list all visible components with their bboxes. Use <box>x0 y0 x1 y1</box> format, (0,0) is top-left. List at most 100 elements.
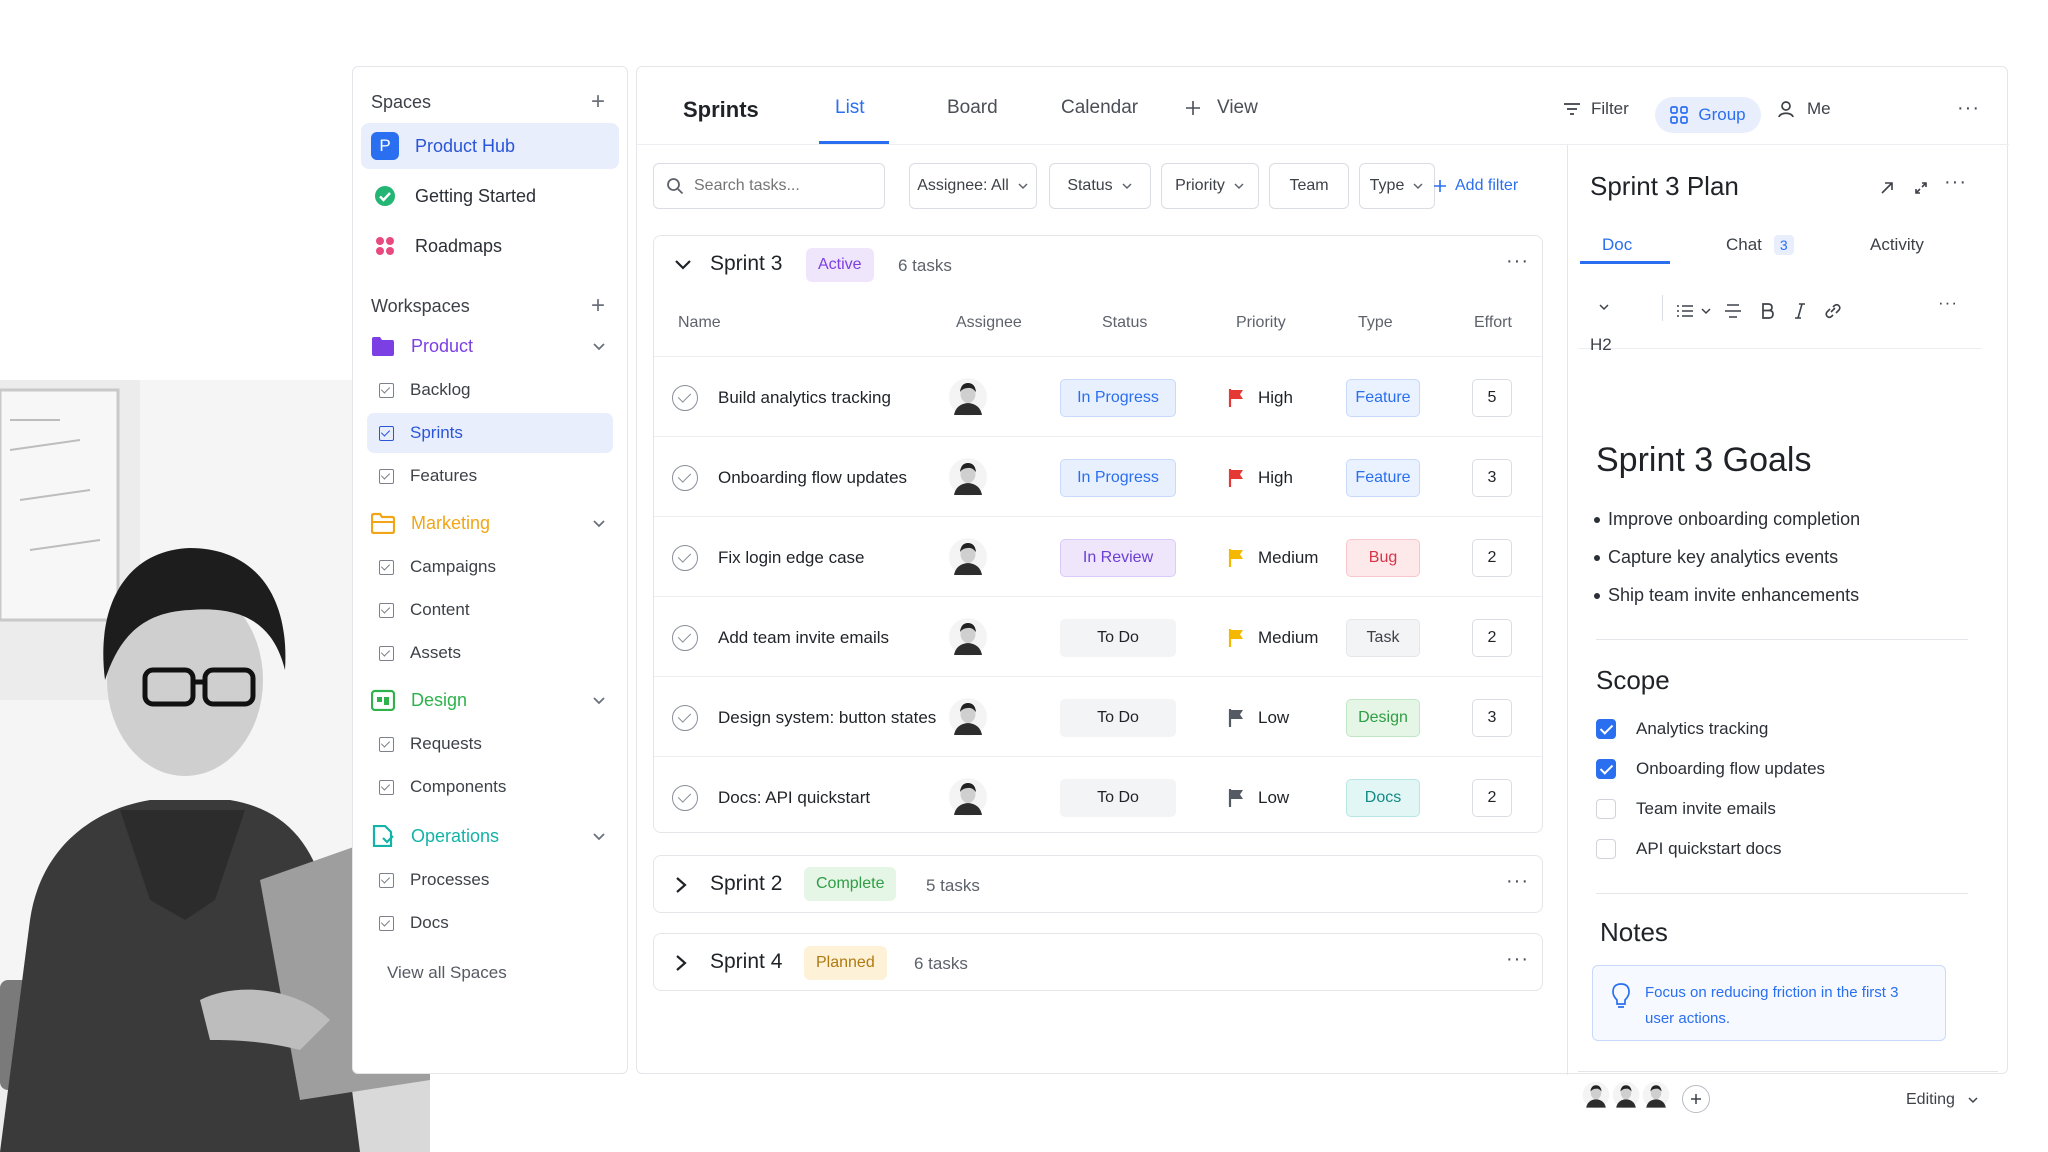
checkbox[interactable] <box>1596 839 1616 859</box>
open-external-icon[interactable] <box>1880 181 1894 195</box>
status-badge[interactable]: To Do <box>1060 619 1176 657</box>
avatar[interactable] <box>1640 1079 1672 1111</box>
chevron-down-icon[interactable] <box>591 338 607 354</box>
status-badge[interactable]: In Progress <box>1060 459 1176 497</box>
table-row[interactable]: Fix login edge case In Review Medium Bug 2 <box>654 516 1542 596</box>
type-badge[interactable]: Design <box>1346 699 1420 737</box>
sidebar-item-assets[interactable]: Assets <box>367 633 613 673</box>
chevron-down-icon[interactable] <box>591 515 607 531</box>
search-input[interactable] <box>694 177 874 195</box>
avatar[interactable] <box>948 457 988 497</box>
effort-field[interactable]: 2 <box>1472 539 1512 577</box>
add-view-button[interactable]: View <box>1185 97 1258 119</box>
scope-item[interactable]: Team invite emails <box>1596 799 1776 819</box>
avatar[interactable] <box>948 537 988 577</box>
more-options-icon[interactable]: ··· <box>1506 948 1529 971</box>
status-badge[interactable]: To Do <box>1060 699 1176 737</box>
priority-cell[interactable]: High <box>1228 388 1293 408</box>
sidebar-item-requests[interactable]: Requests <box>367 724 613 764</box>
task-name[interactable]: Add team invite emails <box>718 628 889 648</box>
tab-calendar[interactable]: Calendar <box>1061 97 1138 119</box>
search-box[interactable] <box>653 163 885 209</box>
scope-item[interactable]: Onboarding flow updates <box>1596 759 1825 779</box>
complete-check-icon[interactable] <box>672 465 698 491</box>
link-icon[interactable] <box>1824 303 1842 319</box>
effort-field[interactable]: 2 <box>1472 779 1512 817</box>
table-row[interactable]: Build analytics tracking In Progress High F… <box>654 356 1542 436</box>
assignee-filter[interactable]: Assignee: All <box>909 163 1037 209</box>
complete-check-icon[interactable] <box>672 545 698 571</box>
sidebar-item-campaigns[interactable]: Campaigns <box>367 547 613 587</box>
sidebar-item-content[interactable]: Content <box>367 590 613 630</box>
complete-check-icon[interactable] <box>672 705 698 731</box>
sprint-4-group[interactable]: Sprint 4 Planned 6 tasks ··· <box>653 933 1543 991</box>
avatar[interactable] <box>948 697 988 737</box>
table-row[interactable]: Design system: button states To Do Low Desi… <box>654 676 1542 756</box>
sidebar-item-components[interactable]: Components <box>367 767 613 807</box>
sprint-3-header[interactable]: Sprint 3 Active 6 tasks ··· <box>654 236 1542 294</box>
checkbox[interactable] <box>1596 719 1616 739</box>
priority-cell[interactable]: Low <box>1228 788 1289 808</box>
list-icon[interactable] <box>1676 303 1694 319</box>
add-filter-button[interactable]: Add filter <box>1433 177 1518 195</box>
editing-mode-dropdown[interactable]: Editing <box>1906 1091 1979 1109</box>
scope-item[interactable]: API quickstart docs <box>1596 839 1782 859</box>
more-options-icon[interactable]: ··· <box>1938 293 1958 313</box>
me-button[interactable]: Me <box>1777 99 1831 119</box>
more-options-icon[interactable]: ··· <box>1957 97 1980 120</box>
note-callout[interactable]: Focus on reducing friction in the first … <box>1592 965 1946 1041</box>
tab-list[interactable]: List <box>835 97 865 119</box>
tab-activity[interactable]: Activity <box>1870 235 1924 255</box>
strikethrough-icon[interactable] <box>1724 303 1742 319</box>
checkbox[interactable] <box>1596 759 1616 779</box>
priority-cell[interactable]: Low <box>1228 708 1289 728</box>
workspace-design[interactable]: Design <box>361 679 619 721</box>
heading-dropdown[interactable]: H2 <box>1590 301 1612 354</box>
more-options-icon[interactable]: ··· <box>1506 250 1529 273</box>
complete-check-icon[interactable] <box>672 385 698 411</box>
priority-cell[interactable]: Medium <box>1228 548 1318 568</box>
table-row[interactable]: Onboarding flow updates In Progress High Fe… <box>654 436 1542 516</box>
add-workspace-icon[interactable]: + <box>591 294 605 318</box>
tab-doc[interactable]: Doc <box>1602 235 1632 255</box>
status-badge[interactable]: To Do <box>1060 779 1176 817</box>
space-product-hub[interactable]: P Product Hub <box>361 123 619 169</box>
avatar[interactable] <box>948 617 988 657</box>
priority-cell[interactable]: High <box>1228 468 1293 488</box>
chevron-down-icon[interactable] <box>1700 305 1712 317</box>
status-badge[interactable]: In Progress <box>1060 379 1176 417</box>
task-name[interactable]: Onboarding flow updates <box>718 468 907 488</box>
bold-icon[interactable] <box>1760 303 1774 319</box>
chevron-right-icon[interactable] <box>674 876 688 894</box>
status-filter[interactable]: Status <box>1049 163 1151 209</box>
table-row[interactable]: Add team invite emails To Do Medium Task 2 <box>654 596 1542 676</box>
effort-field[interactable]: 3 <box>1472 699 1512 737</box>
table-row[interactable]: Docs: API quickstart To Do Low Docs 2 <box>654 756 1542 836</box>
chevron-down-icon[interactable] <box>591 828 607 844</box>
effort-field[interactable]: 5 <box>1472 379 1512 417</box>
space-getting-started[interactable]: Getting Started <box>361 173 619 219</box>
type-badge[interactable]: Bug <box>1346 539 1420 577</box>
space-roadmaps[interactable]: Roadmaps <box>361 223 619 269</box>
sidebar-item-backlog[interactable]: Backlog <box>367 370 613 410</box>
sprint-2-group[interactable]: Sprint 2 Complete 5 tasks ··· <box>653 855 1543 913</box>
sidebar-item-docs[interactable]: Docs <box>367 903 613 943</box>
checkbox[interactable] <box>1596 799 1616 819</box>
task-name[interactable]: Design system: button states <box>718 708 936 728</box>
chevron-down-icon[interactable] <box>591 692 607 708</box>
tab-board[interactable]: Board <box>947 97 998 119</box>
avatar[interactable] <box>948 777 988 817</box>
more-options-icon[interactable]: ··· <box>1506 870 1529 893</box>
type-badge[interactable]: Docs <box>1346 779 1420 817</box>
priority-filter[interactable]: Priority <box>1161 163 1259 209</box>
sidebar-item-features[interactable]: Features <box>367 456 613 496</box>
workspace-product[interactable]: Product <box>361 325 619 367</box>
avatar[interactable] <box>1580 1079 1612 1111</box>
more-options-icon[interactable]: ··· <box>1944 171 1967 194</box>
type-filter[interactable]: Type <box>1359 163 1435 209</box>
italic-icon[interactable] <box>1794 303 1806 319</box>
effort-field[interactable]: 2 <box>1472 619 1512 657</box>
type-badge[interactable]: Feature <box>1346 379 1420 417</box>
team-filter[interactable]: Team <box>1269 163 1349 209</box>
workspace-operations[interactable]: Operations <box>361 815 619 857</box>
